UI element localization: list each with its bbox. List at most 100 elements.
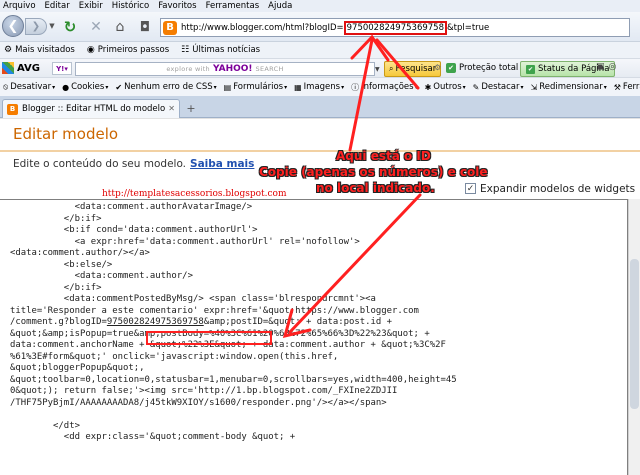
stop-button[interactable]: ✕ (86, 17, 106, 37)
code-line: </b:if> (10, 282, 102, 293)
avg-logo-icon (2, 62, 14, 74)
devbar-label: Imagens (303, 82, 341, 92)
home-icon: ⌂ (115, 19, 125, 35)
code-line: <data:comment.authorAvatarImage/> (10, 202, 253, 212)
menu-bar: Arquivo Editar Exibir Histórico Favoritos Fer… (0, 0, 640, 12)
navigation-toolbar: ❮ ❯ ▼ ↻ ✕ ⌂ ◘ B http://www.blogger.com/h… (0, 12, 640, 42)
page-subtitle: Edite o conteúdo do seu modelo. Saiba mai… (13, 158, 255, 170)
new-tab-button[interactable]: + (184, 102, 198, 115)
devbar-item-1[interactable]: ● Cookies ▾ (62, 82, 108, 92)
search-engine-dropdown[interactable]: Y!▾ (52, 62, 72, 75)
devbar-label: Nenhum erro de CSS (124, 82, 213, 92)
learn-more-link[interactable]: Saiba mais (190, 158, 254, 170)
avg-logo[interactable]: AVG (2, 62, 40, 74)
avg-extra-icons[interactable]: ▣◎ (596, 62, 620, 72)
url-blog-id: 975002824975369758 (343, 20, 447, 35)
page-content: Editar modelo Edite o conteúdo do seu mo… (0, 118, 640, 475)
chat-button[interactable]: ◘ (135, 17, 155, 37)
chevron-down-icon: ▾ (462, 83, 466, 91)
form-icon: ▤ (223, 82, 232, 92)
highlight-icon: ✎ (472, 82, 480, 92)
close-tab-icon[interactable]: ✕ (168, 104, 175, 113)
css-icon: ✔ (115, 82, 123, 92)
bookmark-item-0[interactable]: ⚙ Mais visitados (4, 45, 75, 55)
code-line: /THF75PyBjmI/AAAAAAAADA8/j45tkW9XIOY/s16… (10, 397, 387, 408)
reload-icon: ↻ (63, 18, 77, 36)
code-line: <b:else/> (10, 259, 113, 270)
avg-settings-icon[interactable]: ⚙ (434, 63, 441, 72)
cookie-icon: ● (62, 82, 70, 92)
menu-item-4[interactable]: Favoritos (158, 1, 196, 11)
menu-item-6[interactable]: Ajuda (268, 1, 292, 11)
devbar-label: Destacar (481, 82, 520, 92)
bookmark-item-2[interactable]: ☷ Últimas notícias (181, 45, 260, 55)
devbar-item-4[interactable]: ▦ Imagens ▾ (294, 82, 344, 92)
code-line: &quot;&amp;isPopup=true&amp;postBody=%40… (10, 328, 430, 339)
tab-blogger-editor[interactable]: B Blogger :: Editar HTML do modelo ✕ (2, 99, 180, 118)
code-line: &quot;toolbar=0,location=0,statusbar=1,m… (10, 374, 457, 385)
devbar-item-2[interactable]: ✔ Nenhum erro de CSS ▾ (115, 82, 216, 92)
menu-item-3[interactable]: Histórico (112, 1, 149, 11)
devbar-item-8[interactable]: ⇲ Redimensionar ▾ (531, 82, 607, 92)
code-lines: <data:comment.authorAvatarImage/> </b:if… (0, 200, 627, 444)
devbar-item-9[interactable]: ⚒Ferramen▾ (614, 82, 640, 92)
chevron-down-icon: ▼ (49, 22, 55, 30)
devbar-item-0[interactable]: ⦸ Desativar ▾ (3, 82, 55, 92)
others-icon: ✱ (424, 82, 432, 92)
code-line: title='Responder a este comentario' expr… (10, 305, 419, 316)
code-fragment: &amp;postID=&quot; + data:post.id + (203, 317, 393, 327)
expand-widgets-checkbox[interactable]: ✓ (465, 183, 476, 194)
forward-arrow-icon: ❯ (31, 21, 41, 32)
code-line: <data:comment.author/></a> (10, 248, 150, 258)
devbar-label: Desativar (10, 82, 52, 92)
devbar-item-6[interactable]: ✱ Outros ▾ (425, 82, 466, 92)
history-dropdown-button[interactable]: ▼ (48, 19, 56, 33)
chevron-down-icon: ▾ (341, 83, 345, 91)
devbar-label: Outros (433, 82, 462, 92)
yahoo-search-input[interactable]: explore with YAHOO! SEARCH (75, 62, 375, 76)
code-line: &quot;bloggerPopup&quot;, (10, 363, 145, 373)
chevron-down-icon: ▾ (52, 83, 56, 91)
menu-item-5[interactable]: Ferramentas (206, 1, 260, 11)
image-icon: ▦ (294, 82, 302, 92)
rss-icon: ☷ (181, 45, 190, 55)
speech-bubble-icon: ◘ (139, 19, 151, 35)
resize-icon: ⇲ (530, 82, 538, 92)
chevron-down-icon: ▾ (603, 83, 607, 91)
code-line: %61%3E#form&quot;' onclick='javascript:w… (10, 351, 339, 362)
code-fragment: /comment.g?blogID= (10, 317, 107, 327)
no-entry-icon: ⦸ (3, 82, 9, 91)
search-button[interactable]: ⌕ Pesquisar (384, 61, 442, 77)
forward-button[interactable]: ❯ (25, 18, 47, 35)
devbar-label: Ferramen (622, 82, 640, 92)
code-scrollbar[interactable] (628, 199, 640, 475)
address-bar[interactable]: B http://www.blogger.com/html?blogID= 975… (160, 18, 630, 37)
devbar-item-3[interactable]: ▤ Formulários ▾ (224, 82, 287, 92)
menu-item-2[interactable]: Exibir (79, 1, 103, 11)
code-line: </dt> (10, 420, 80, 431)
info-icon: ⓘ (351, 82, 360, 92)
bookmark-label: Primeiros passos (97, 45, 170, 55)
devbar-item-5[interactable]: ⓘ Informações ▾ (351, 82, 417, 93)
chevron-down-icon: ▾ (520, 83, 524, 91)
bookmark-item-1[interactable]: ◉ Primeiros passos (87, 45, 169, 55)
menu-item-1[interactable]: Editar (45, 1, 70, 11)
url-suffix: &tpl=true (446, 22, 490, 33)
template-code-editor[interactable]: <data:comment.authorAvatarImage/> </b:if… (0, 199, 628, 475)
scrollbar-thumb[interactable] (630, 259, 639, 409)
tab-title: Blogger :: Editar HTML do modelo (22, 104, 166, 114)
check-shield-icon: ✔ (446, 63, 456, 73)
watermark-url: http://templatesacessorios.blogspot.com (102, 189, 287, 199)
menu-item-0[interactable]: Arquivo (3, 1, 36, 11)
devbar-label: Formulários (233, 82, 284, 92)
devbar-label: Informações (361, 82, 414, 92)
back-button[interactable]: ❮ (2, 15, 24, 37)
devbar-item-7[interactable]: ✎ Destacar ▾ (473, 82, 524, 92)
firefox-icon: ◉ (86, 45, 95, 55)
devbar-label: Redimensionar (539, 82, 603, 92)
url-prefix: http://www.blogger.com/html?blogID= (181, 22, 344, 33)
reload-button[interactable]: ↻ (60, 17, 80, 37)
devbar-label: Cookies (71, 82, 105, 92)
home-button[interactable]: ⌂ (110, 17, 130, 37)
protection-status[interactable]: ✔ Proteção total (446, 63, 518, 73)
